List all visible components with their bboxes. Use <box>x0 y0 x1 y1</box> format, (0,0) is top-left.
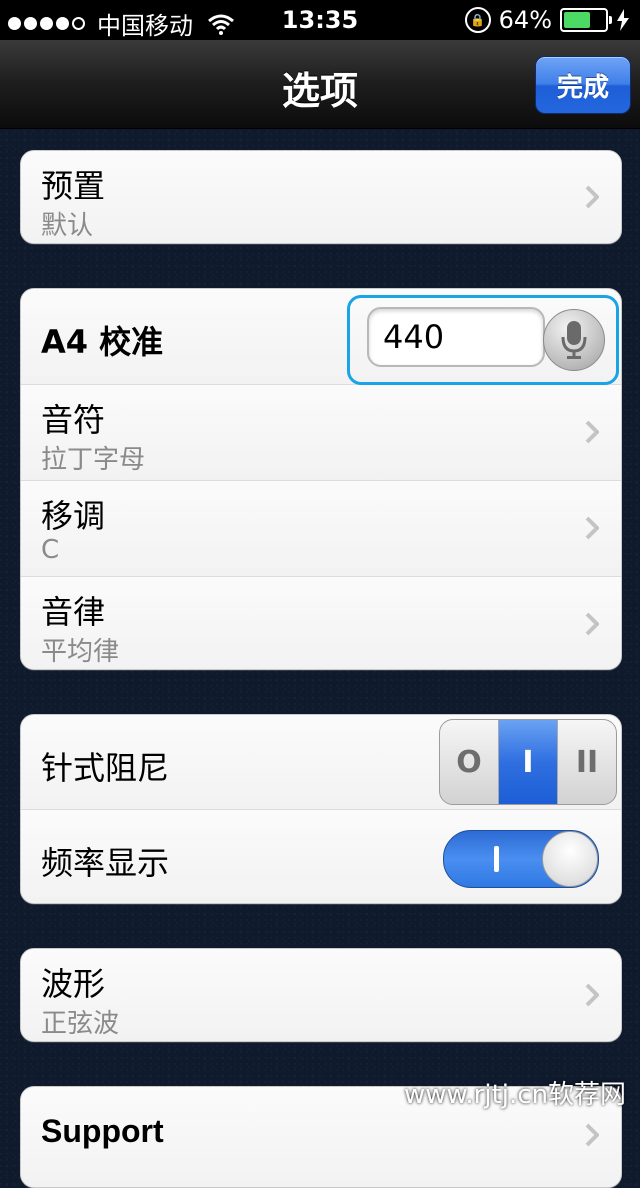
toggle-on-indicator <box>494 846 499 872</box>
note-naming-label: 音符 <box>41 401 106 439</box>
display-group: 针式阻尼 O I II 频率显示 <box>20 714 622 904</box>
watermark-text: www.rjtj.cn软荐网 <box>404 1080 627 1110</box>
microphone-button[interactable] <box>543 309 605 371</box>
chevron-right-icon <box>585 420 599 444</box>
waveform-label: 波形 <box>41 965 106 1003</box>
frequency-display-label: 频率显示 <box>41 844 170 882</box>
a4-calibration-label: A4 校准 <box>41 323 164 361</box>
toggle-knob[interactable] <box>542 831 598 887</box>
note-naming-value: 拉丁字母 <box>41 445 146 475</box>
transpose-label: 移调 <box>41 497 106 535</box>
waveform-row[interactable]: 波形 正弦波 <box>21 949 621 1041</box>
needle-damping-row: 针式阻尼 O I II <box>21 715 621 810</box>
temperament-label: 音律 <box>41 593 106 631</box>
navigation-bar: 选项 完成 <box>0 40 640 129</box>
chevron-right-icon <box>585 983 599 1007</box>
damping-option-one[interactable]: I <box>499 720 558 804</box>
a4-calibration-row: A4 校准 440 <box>21 289 621 385</box>
waveform-group: 波形 正弦波 <box>20 948 622 1042</box>
transpose-row[interactable]: 移调 C <box>21 481 621 577</box>
chevron-right-icon <box>585 185 599 209</box>
preset-group: 预置 默认 <box>20 150 622 244</box>
temperament-row[interactable]: 音律 平均律 <box>21 577 621 669</box>
microphone-icon <box>561 321 587 359</box>
needle-damping-segmented-control: O I II <box>439 719 617 805</box>
waveform-value: 正弦波 <box>41 1009 120 1039</box>
support-label: Support <box>41 1113 164 1149</box>
status-right: 🔒 64% <box>464 6 630 34</box>
transpose-value: C <box>41 535 60 565</box>
frequency-display-row: 频率显示 <box>21 810 621 903</box>
needle-damping-label: 针式阻尼 <box>41 749 170 787</box>
tuning-group: A4 校准 440 音符 拉丁字母 移调 C 音律 平均律 <box>20 288 622 670</box>
preset-label: 预置 <box>41 167 106 205</box>
damping-option-off[interactable]: O <box>440 720 499 804</box>
note-naming-row[interactable]: 音符 拉丁字母 <box>21 385 621 481</box>
a4-frequency-input[interactable]: 440 <box>367 307 545 367</box>
frequency-display-toggle[interactable] <box>443 830 599 888</box>
temperament-value: 平均律 <box>41 637 120 667</box>
preset-value: 默认 <box>41 211 94 241</box>
done-button[interactable]: 完成 <box>535 56 631 114</box>
chevron-right-icon <box>585 612 599 636</box>
battery-icon <box>560 8 612 32</box>
chevron-right-icon <box>585 516 599 540</box>
damping-option-two[interactable]: II <box>558 720 616 804</box>
preset-row[interactable]: 预置 默认 <box>21 151 621 243</box>
rotation-lock-icon: 🔒 <box>464 7 491 33</box>
status-bar: 中国移动 13:35 🔒 64% <box>0 0 640 40</box>
charging-icon <box>617 9 629 31</box>
battery-percentage: 64% <box>498 6 552 34</box>
chevron-right-icon <box>585 1123 599 1147</box>
